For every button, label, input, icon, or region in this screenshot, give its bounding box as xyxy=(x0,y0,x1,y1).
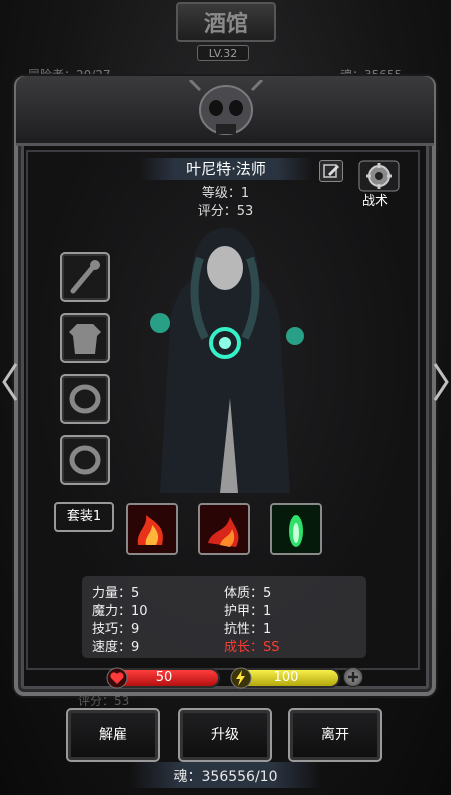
stat-resistance: 抗性：1 xyxy=(224,622,272,637)
heart-icon xyxy=(106,667,128,689)
leave-button[interactable]: 离开 xyxy=(288,708,382,762)
green-flame-skill[interactable] xyxy=(270,503,322,555)
ring-icon xyxy=(69,384,101,414)
hero-stats-panel: 力量：5 魔力：10 技巧：9 速度：9 体质：5 护甲：1 抗性：1 成长：S… xyxy=(82,576,366,658)
ring-slot-2[interactable] xyxy=(60,435,110,485)
stat-constitution: 体质：5 xyxy=(224,586,272,601)
stat-growth: 成长：SS xyxy=(224,640,280,655)
staff-icon xyxy=(70,260,100,294)
stat-strength: 力量：5 xyxy=(92,586,140,601)
stat-speed: 速度：9 xyxy=(92,640,140,655)
dismiss-button[interactable]: 解雇 xyxy=(66,708,160,762)
add-energy-button[interactable] xyxy=(343,667,363,687)
robe-icon xyxy=(69,324,101,354)
stat-skill: 技巧：9 xyxy=(92,622,140,637)
lightning-icon xyxy=(230,667,252,689)
player-level: LV.32 xyxy=(197,45,249,61)
plus-icon xyxy=(348,672,358,682)
rename-button[interactable] xyxy=(319,160,343,182)
mage-character-portrait xyxy=(150,228,304,493)
tavern-title: 酒馆 xyxy=(176,2,276,42)
soul-currency: 魂：356556/10 xyxy=(173,769,278,785)
equipment-set-button[interactable]: 套装1 xyxy=(54,502,114,532)
ring-slot-1[interactable] xyxy=(60,374,110,424)
stat-armor: 护甲：1 xyxy=(224,604,272,619)
weapon-staff-slot[interactable] xyxy=(60,252,110,302)
stat-magic: 魔力：10 xyxy=(92,604,148,619)
hero-name: 叶尼特·法师 xyxy=(140,158,312,180)
background-hero-score: 评分：53 xyxy=(78,694,130,708)
fire-skill-1[interactable] xyxy=(126,503,178,555)
ring-icon xyxy=(69,445,101,475)
fire-skill-icon xyxy=(128,505,176,553)
fire-skill-icon xyxy=(200,505,248,553)
armor-slot[interactable] xyxy=(60,313,110,363)
pencil-icon xyxy=(323,164,339,178)
previous-hero-arrow-icon[interactable] xyxy=(0,362,20,402)
green-flame-icon xyxy=(272,505,320,553)
tactic-label: 战术 xyxy=(362,194,389,209)
fire-skill-2[interactable] xyxy=(198,503,250,555)
skull-ornament-icon xyxy=(188,80,264,135)
upgrade-button[interactable]: 升级 xyxy=(178,708,272,762)
next-hero-arrow-icon[interactable] xyxy=(431,362,451,402)
